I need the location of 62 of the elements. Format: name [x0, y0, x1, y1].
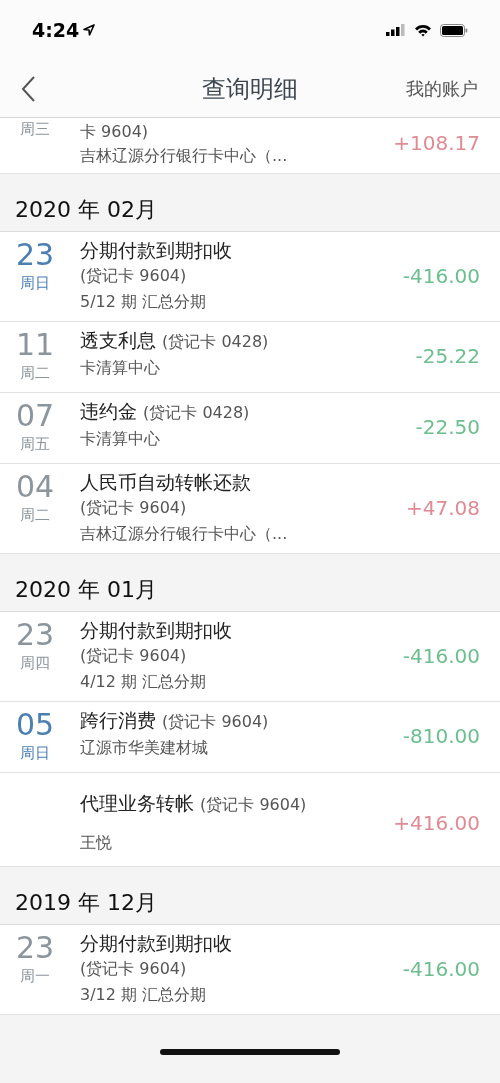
- transaction-detail: 卡清算中心: [80, 358, 161, 379]
- transaction-weekday: 周一: [20, 967, 50, 986]
- transaction-row[interactable]: 05 周日 跨行消费 (贷记卡 9604) 辽源市华美建材城 -810.00: [0, 702, 500, 773]
- transaction-row[interactable]: 23 周四 分期付款到期扣收 (贷记卡 9604) 4/12 期 汇总分期 -416.00: [0, 612, 500, 702]
- transaction-amount: -416.00: [402, 263, 480, 288]
- transaction-title: 违约金 (贷记卡 0428): [80, 399, 251, 424]
- transaction-title: 代理业务转帐 (贷记卡 9604): [80, 791, 308, 816]
- transaction-detail: 王悦: [80, 833, 113, 854]
- transaction-day: 23: [15, 931, 55, 965]
- transaction-row[interactable]: 代理业务转帐 (贷记卡 9604) 王悦 +416.00: [0, 773, 500, 867]
- status-time: 4:24: [32, 19, 80, 41]
- transaction-row[interactable]: 23 周日 分期付款到期扣收 (贷记卡 9604) 5/12 期 汇总分期 -416.00: [0, 232, 500, 322]
- transaction-title: 透支利息 (贷记卡 0428): [80, 328, 270, 353]
- transaction-title: 人民币自动转帐还款 (贷记卡 9604): [80, 470, 252, 519]
- transaction-amount: -416.00: [402, 956, 480, 981]
- transaction-amount: -416.00: [402, 643, 480, 668]
- battery-icon: [440, 23, 468, 37]
- transaction-row[interactable]: 23 周一 分期付款到期扣收 (贷记卡 9604) 3/12 期 汇总分期 -416.00: [0, 925, 500, 1015]
- transaction-detail: 辽源市华美建材城: [80, 738, 209, 759]
- transaction-title: 分期付款到期扣收 (贷记卡 9604): [80, 238, 233, 287]
- transaction-day: 07: [15, 399, 55, 433]
- transaction-amount: -22.50: [415, 415, 480, 439]
- transaction-weekday: 周日: [20, 744, 50, 763]
- page-title: 查询明细: [202, 74, 298, 103]
- transaction-detail: 卡清算中心: [80, 429, 161, 450]
- location-arrow-icon: [83, 24, 96, 36]
- my-account-link[interactable]: 我的账户: [406, 76, 478, 101]
- transaction-detail: 吉林辽源分行银行卡中心（...: [80, 146, 289, 167]
- transaction-title: 跨行消费 (贷记卡 9604): [80, 708, 270, 733]
- transaction-detail: 5/12 期 汇总分期: [80, 292, 208, 313]
- transaction-amount: -25.22: [415, 344, 480, 368]
- transaction-day: 23: [15, 618, 55, 652]
- transaction-day: 11: [15, 328, 55, 362]
- transaction-title: 分期付款到期扣收 (贷记卡 9604): [80, 618, 233, 667]
- transaction-day: 05: [15, 708, 55, 742]
- transaction-weekday: 周二: [20, 364, 50, 383]
- signal-icon: [386, 24, 406, 36]
- transaction-weekday: 周三: [20, 120, 50, 139]
- transaction-weekday: 周五: [20, 435, 50, 454]
- month-header: 2019 年 12月: [15, 889, 157, 917]
- transaction-title: 分期付款到期扣收 (贷记卡 9604): [80, 931, 233, 980]
- transaction-weekday: 周四: [20, 654, 50, 673]
- transaction-title: 卡 9604): [80, 121, 150, 143]
- back-icon[interactable]: [20, 74, 36, 103]
- month-header: 2020 年 01月: [15, 576, 157, 604]
- transaction-weekday: 周二: [20, 506, 50, 525]
- transaction-row[interactable]: 11 周二 透支利息 (贷记卡 0428) 卡清算中心 -25.22: [0, 322, 500, 393]
- transaction-row[interactable]: 周三 卡 9604) 吉林辽源分行银行卡中心（... +108.17: [0, 118, 500, 174]
- transaction-amount: -810.00: [402, 724, 480, 748]
- transaction-day: 23: [15, 238, 55, 272]
- month-header: 2020 年 02月: [15, 196, 157, 224]
- wifi-icon: [414, 23, 432, 37]
- transaction-day: 04: [15, 470, 55, 504]
- transaction-row[interactable]: 04 周二 人民币自动转帐还款 (贷记卡 9604) 吉林辽源分行银行卡中心（... +47.08: [0, 464, 500, 554]
- transaction-amount: +47.08: [406, 495, 480, 520]
- transaction-detail: 4/12 期 汇总分期: [80, 672, 208, 693]
- transaction-detail: 吉林辽源分行银行卡中心（...: [80, 524, 289, 545]
- transaction-detail: 3/12 期 汇总分期: [80, 985, 208, 1006]
- transaction-row[interactable]: 07 周五 违约金 (贷记卡 0428) 卡清算中心 -22.50: [0, 393, 500, 464]
- transaction-amount: +416.00: [393, 810, 480, 835]
- transaction-amount: +108.17: [393, 130, 480, 155]
- transaction-weekday: 周日: [20, 274, 50, 293]
